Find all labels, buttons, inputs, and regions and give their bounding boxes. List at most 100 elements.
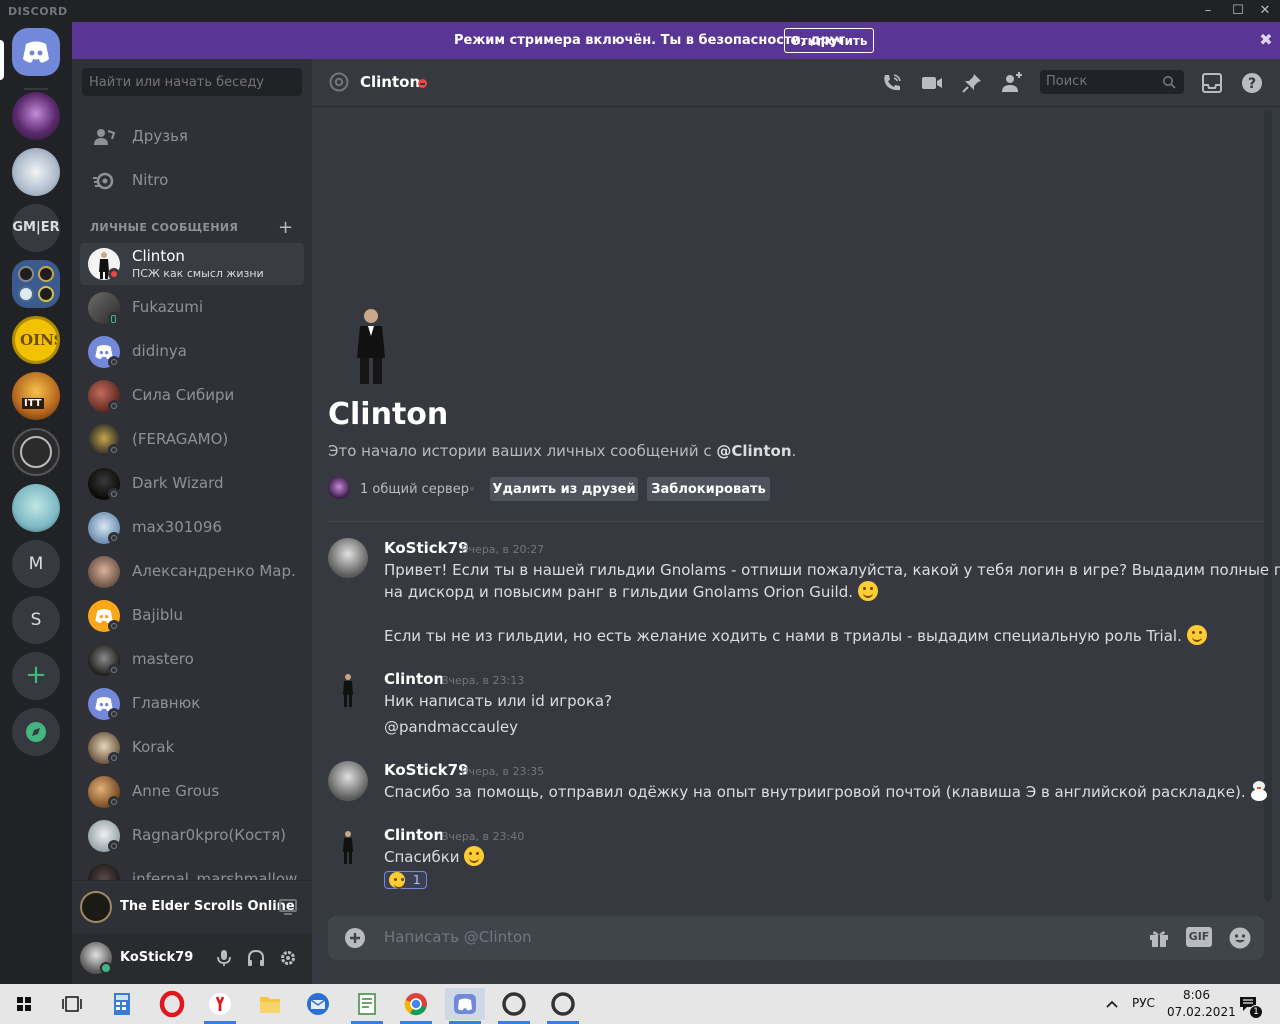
message-line: Спасибо за помощь, отправил одёжку на оп… [384,783,1246,801]
message-author[interactable]: Clinton [384,826,444,844]
block-button[interactable]: Заблокировать [647,477,770,501]
status-offline-icon [108,796,120,808]
opera-browser-icon[interactable] [152,988,192,1020]
message-avatar[interactable] [328,761,368,801]
find-conversation-input[interactable] [82,68,302,96]
emoji-picker-icon[interactable] [1228,926,1252,950]
microphone-icon[interactable] [214,948,234,968]
status-online-icon [100,962,112,974]
dm-item[interactable]: Ragnar0kpro(Костя) [80,815,304,857]
attach-plus-icon[interactable] [344,927,366,949]
file-explorer-icon[interactable] [250,988,290,1020]
message-input[interactable]: Написать @Clinton [384,928,532,946]
remove-friend-button[interactable]: Удалить из друзей [490,477,638,501]
eso-launcher-icon[interactable] [494,988,534,1024]
inbox-icon[interactable] [1200,71,1224,95]
guild-icon-m[interactable]: M [12,540,60,588]
guild-icon-white[interactable] [12,148,60,196]
dm-item[interactable]: infernal_marshmallow [80,859,304,880]
calculator-app-icon[interactable] [102,988,142,1020]
clock-date[interactable]: 07.02.2021 [1167,1005,1236,1019]
dm-item[interactable]: Bajiblu [80,595,304,637]
message-line: Если ты не из гильдии, но есть желание х… [384,627,1182,645]
go-live-icon[interactable] [278,897,298,917]
message-avatar[interactable] [328,669,368,709]
guild-icon-s[interactable]: S [12,596,60,644]
dm-item[interactable]: Dark Wizard [80,463,304,505]
message-author[interactable]: KoStick79 [384,761,469,779]
windows-start-icon[interactable] [4,988,44,1020]
message-author[interactable]: Clinton [384,670,444,688]
dm-item[interactable]: mastero [80,639,304,681]
help-icon[interactable]: ? [1240,71,1264,95]
minimize-button[interactable]: – [1193,0,1223,22]
yandex-browser-icon[interactable] [200,988,240,1024]
nav-friends[interactable]: Друзья [80,115,304,157]
call-icon[interactable] [880,71,904,95]
maximize-button[interactable]: ☐ [1223,0,1253,22]
message-timestamp: Вчера, в 23:40 [441,830,525,843]
create-dm-icon[interactable]: + [278,217,293,238]
pin-icon[interactable] [960,71,984,95]
dm-item[interactable]: max301096 [80,507,304,549]
message-author[interactable]: KoStick79 [384,539,469,557]
slight-smile-emoji-icon [857,581,878,601]
close-banner-icon[interactable]: ✖ [1256,30,1276,50]
video-call-icon[interactable] [920,71,944,95]
thunderbird-mail-icon[interactable] [298,988,338,1020]
dm-item[interactable]: Сила Сибири [80,375,304,417]
eso-game-icon[interactable] [543,988,583,1024]
dm-item[interactable]: Anne Grous [80,771,304,813]
explore-servers-button[interactable] [12,708,60,756]
dm-item[interactable]: Fukazumi [80,287,304,329]
party-face-emoji-icon [389,872,405,889]
dm-item-clinton[interactable]: Clinton ПСЖ как смысл жизни [80,243,304,285]
task-view-icon[interactable] [52,988,92,1020]
dm-item[interactable]: didinya [80,331,304,373]
tray-expand-chevron-icon[interactable] [1104,996,1120,1012]
gift-icon[interactable] [1148,927,1170,949]
notepad-app-icon[interactable] [347,988,387,1024]
input-language[interactable]: РУС [1132,996,1155,1010]
mutual-servers-link[interactable]: 1 общий сервер [360,482,469,497]
message-avatar[interactable] [328,826,368,866]
dm-sidebar: Друзья Nitro ЛИЧНЫЕ СООБЩЕНИЯ + Clinton … [72,59,312,984]
add-friend-to-dm-icon[interactable] [1000,71,1024,95]
guild-icon-bandits[interactable] [12,428,60,476]
message-text: Спасибо за помощь, отправил одёжку на оп… [384,781,1268,803]
gif-picker-button[interactable]: GIF [1186,927,1212,947]
chat-search-input[interactable]: Поиск [1040,70,1184,94]
guild-icon-gmer[interactable]: GM|ER [12,204,60,252]
mutual-server-icon[interactable] [328,477,350,499]
close-window-button[interactable]: ✕ [1250,0,1280,22]
guild-icon-purple[interactable] [12,92,60,140]
message-text: на дискорд и повысим ранг в гильдии Gnol… [384,581,878,603]
dm-name: max301096 [132,518,222,536]
discord-taskbar-icon[interactable] [445,988,485,1024]
message-avatar[interactable] [328,538,368,578]
clock-time[interactable]: 8:06 [1183,988,1210,1002]
guild-folder[interactable] [12,260,60,308]
guild-icon-itt[interactable]: ITT [12,372,60,420]
home-discord-button[interactable] [12,28,60,76]
discord-window: DISCORD – ☐ ✕ GM|ER OINS ITT M S [0,0,1280,1024]
reaction-button[interactable]: 1 [384,871,427,889]
add-server-button[interactable]: + [12,652,60,700]
guild-icon-coins[interactable]: OINS [12,316,60,364]
discord-logo-icon [23,41,49,63]
dm-item[interactable]: Александренко Мар... [80,551,304,593]
status-offline-icon [108,400,120,412]
settings-gear-icon[interactable] [278,948,298,968]
dm-item[interactable]: (FERAGAMO) [80,419,304,461]
status-offline-icon [108,840,120,852]
message-timestamp: Вчера, в 23:35 [461,765,545,778]
guild-icon-headset[interactable] [12,484,60,532]
chrome-browser-icon[interactable] [396,988,436,1024]
status-offline-icon [108,444,120,456]
headphones-icon[interactable] [246,948,266,968]
disable-streamer-mode-button[interactable]: Отключить [784,28,874,53]
chat-title: Clinton [360,73,421,91]
dm-item[interactable]: Korak [80,727,304,769]
nav-nitro[interactable]: Nitro [80,159,304,201]
dm-item[interactable]: Главнюк [80,683,304,725]
